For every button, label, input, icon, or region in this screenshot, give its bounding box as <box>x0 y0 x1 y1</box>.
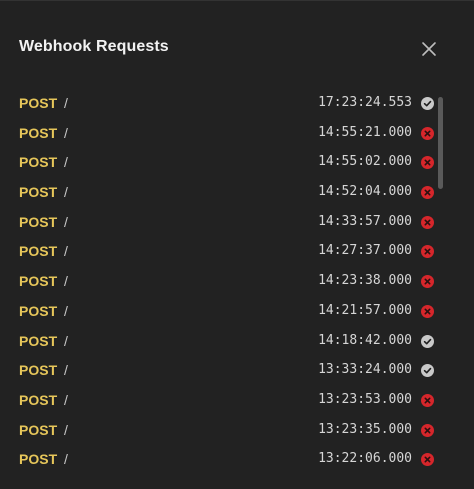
request-list: POST / 17:23:24.553 POST / 14:55:21.000 POST / 1… <box>0 89 474 489</box>
request-time: 14:52:04.000 <box>318 184 412 200</box>
request-row[interactable]: POST / 14:52:04.000 <box>0 178 474 208</box>
request-time: 14:21:57.000 <box>318 302 412 318</box>
error-x-icon <box>421 156 434 170</box>
request-row[interactable]: POST / 17:23:24.553 <box>0 89 474 119</box>
error-x-icon <box>421 304 434 318</box>
request-method: POST <box>19 124 58 141</box>
panel-title: Webhook Requests <box>19 38 169 55</box>
close-button[interactable] <box>420 40 438 58</box>
close-icon <box>422 42 436 56</box>
request-method: POST <box>19 273 58 290</box>
scrollbar-thumb[interactable] <box>438 97 443 189</box>
error-x-icon <box>421 186 434 200</box>
request-path: / <box>64 302 68 319</box>
request-row[interactable]: POST / 13:22:06.000 <box>0 445 474 475</box>
request-time: 14:18:42.000 <box>318 332 412 348</box>
request-time: 13:33:24.000 <box>318 362 412 378</box>
request-row[interactable]: POST / 13:23:35.000 <box>0 416 474 446</box>
request-time: 14:23:38.000 <box>318 273 412 289</box>
request-path: / <box>64 362 68 379</box>
request-time: 13:23:35.000 <box>318 421 412 437</box>
request-row[interactable]: POST / 14:33:57.000 <box>0 208 474 238</box>
request-time: 14:27:37.000 <box>318 243 412 259</box>
request-path: / <box>64 184 68 201</box>
request-method: POST <box>19 421 58 438</box>
request-row[interactable]: POST / 14:23:38.000 <box>0 267 474 297</box>
request-time: 13:23:53.000 <box>318 391 412 407</box>
request-row[interactable]: POST / 14:18:42.000 <box>0 327 474 357</box>
error-x-icon <box>421 215 434 229</box>
request-time: 17:23:24.553 <box>318 95 412 110</box>
request-method: POST <box>19 213 58 230</box>
error-x-icon <box>421 423 434 437</box>
request-method: POST <box>19 243 58 260</box>
request-row[interactable]: POST / 14:21:57.000 <box>0 297 474 327</box>
request-method: POST <box>19 302 58 319</box>
request-time: 14:33:57.000 <box>318 213 412 229</box>
request-method: POST <box>19 362 58 379</box>
success-check-icon <box>421 364 434 378</box>
request-row[interactable]: POST / 14:27:37.000 <box>0 237 474 267</box>
request-method: POST <box>19 391 58 408</box>
request-row[interactable]: POST / 13:23:53.000 <box>0 386 474 416</box>
request-row[interactable]: POST / 14:55:21.000 <box>0 119 474 149</box>
request-method: POST <box>19 451 58 468</box>
error-x-icon <box>421 275 434 289</box>
request-time: 13:22:06.000 <box>318 451 412 467</box>
error-x-icon <box>421 453 434 467</box>
request-path: / <box>64 124 68 141</box>
webhook-requests-panel: Webhook Requests POST / 17:23:24.553 POST / 1… <box>0 0 474 489</box>
success-check-icon <box>421 97 434 110</box>
request-path: / <box>64 332 68 349</box>
request-path: / <box>64 213 68 230</box>
request-method: POST <box>19 184 58 201</box>
request-row[interactable]: POST / 13:33:24.000 <box>0 356 474 386</box>
error-x-icon <box>421 126 434 140</box>
request-path: / <box>64 154 68 171</box>
request-time: 14:55:21.000 <box>318 124 412 140</box>
request-path: / <box>64 273 68 290</box>
request-path: / <box>64 451 68 468</box>
request-method: POST <box>19 332 58 349</box>
error-x-icon <box>421 245 434 259</box>
error-x-icon <box>421 393 434 407</box>
request-path: / <box>64 243 68 260</box>
request-path: / <box>64 391 68 408</box>
request-method: POST <box>19 154 58 171</box>
request-row[interactable]: POST / 14:55:02.000 <box>0 148 474 178</box>
request-time: 14:55:02.000 <box>318 154 412 170</box>
success-check-icon <box>421 334 434 348</box>
request-path: / <box>64 95 68 111</box>
request-path: / <box>64 421 68 438</box>
request-method: POST <box>19 95 58 111</box>
